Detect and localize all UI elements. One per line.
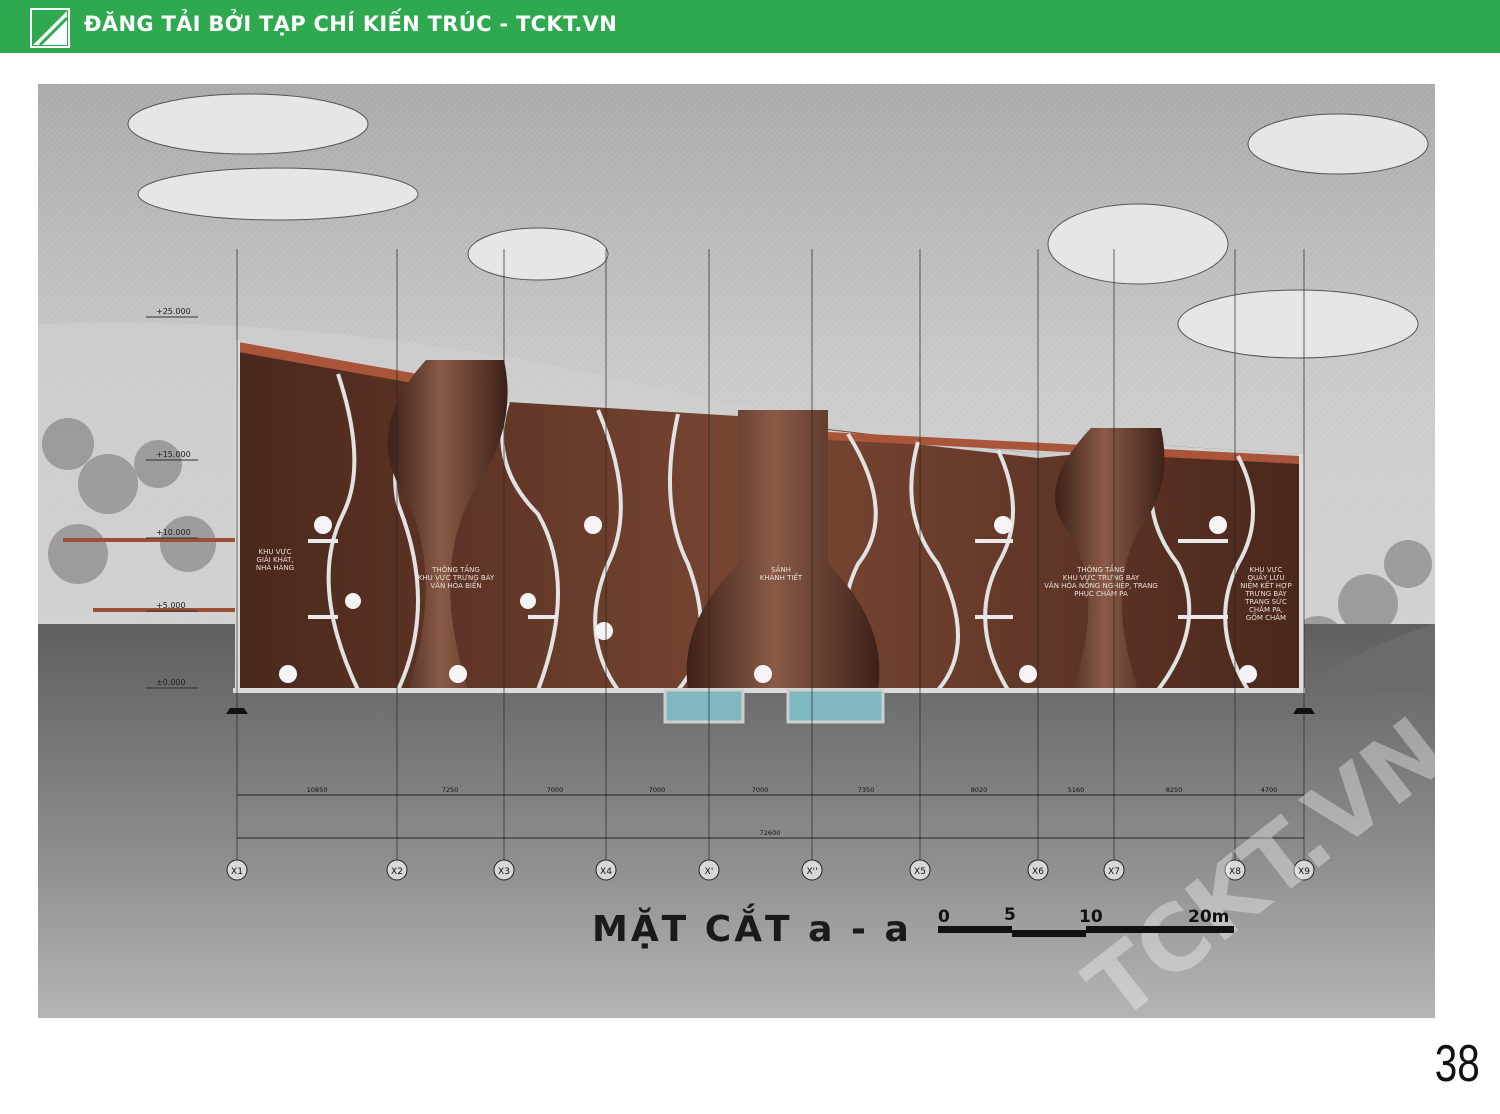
svg-text:X6: X6 [1032, 867, 1044, 877]
level-label: ±0.000 [156, 678, 186, 687]
scale-label: 20m [1188, 907, 1229, 927]
svg-text:X': X' [705, 867, 714, 877]
section-drawing: +25.000 +15.000 +10.000 +5.000 ±0.000 KH… [38, 84, 1435, 1018]
pool-right [786, 688, 885, 724]
svg-text:7250: 7250 [442, 786, 459, 794]
svg-text:KHU VỰCQUẦY LƯUNIỆM KẾT HỢPTRƯ: KHU VỰC QUẦY LƯU NIỆM KẾT HỢP TRƯNG BÀY TRAN… [1240, 566, 1291, 622]
top-banner: ĐĂNG TẢI BỞI TẠP CHÍ KIẾN TRÚC - TCKT.VN [0, 0, 1500, 53]
level-label: +10.000 [156, 528, 191, 537]
ground-slab [233, 688, 1305, 693]
scale-label: 5 [1004, 905, 1016, 925]
svg-text:7000: 7000 [547, 786, 564, 794]
svg-text:4700: 4700 [1261, 786, 1278, 794]
svg-text:X4: X4 [600, 867, 612, 877]
svg-text:7000: 7000 [752, 786, 769, 794]
tckt-logo-icon [30, 8, 70, 48]
scale-label: 10 [1079, 907, 1103, 927]
svg-text:X2: X2 [391, 867, 403, 877]
svg-text:72600: 72600 [760, 829, 781, 837]
svg-text:X5: X5 [914, 867, 926, 877]
svg-text:5160: 5160 [1068, 786, 1085, 794]
svg-text:8020: 8020 [971, 786, 988, 794]
svg-text:X7: X7 [1108, 867, 1120, 877]
svg-text:10850: 10850 [307, 786, 328, 794]
scale-label: 0 [938, 907, 950, 927]
svg-text:7350: 7350 [858, 786, 875, 794]
svg-text:7000: 7000 [649, 786, 666, 794]
banner-title: ĐĂNG TẢI BỞI TẠP CHÍ KIẾN TRÚC - TCKT.VN [84, 12, 618, 36]
section-title: MẶT CẮT a - a [592, 903, 912, 950]
svg-text:8250: 8250 [1166, 786, 1183, 794]
level-label: +25.000 [156, 307, 191, 316]
pool-left [663, 688, 745, 724]
svg-text:KHU VỰCGIẢI KHÁT,NHÀ HÀNG: KHU VỰC GIẢI KHÁT, NHÀ HÀNG [256, 548, 294, 572]
svg-text:X1: X1 [231, 867, 243, 877]
level-label: +5.000 [156, 601, 186, 610]
level-label: +15.000 [156, 450, 191, 459]
svg-text:X3: X3 [498, 867, 510, 877]
svg-text:X'': X'' [806, 867, 817, 877]
page-number: 38 [1434, 1035, 1480, 1093]
